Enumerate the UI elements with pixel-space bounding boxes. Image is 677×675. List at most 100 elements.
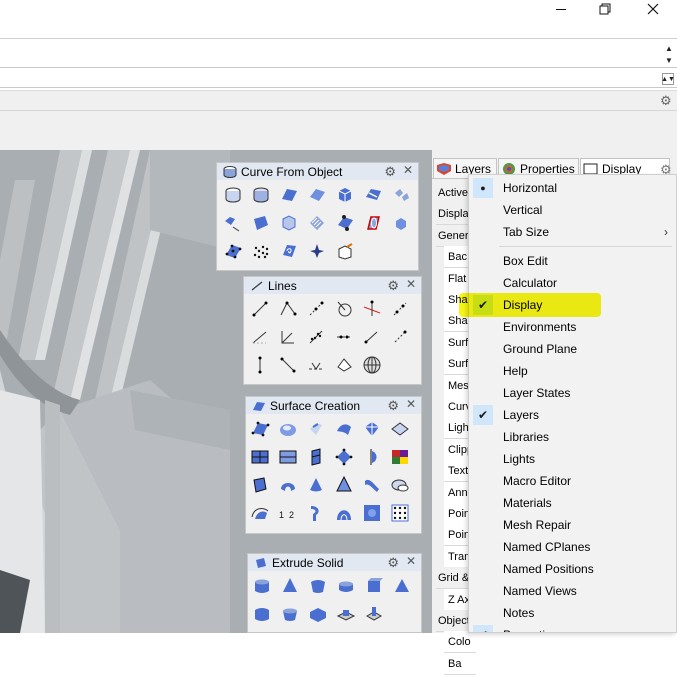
maximize-button[interactable] (582, 0, 628, 18)
extrude-curve-button[interactable] (304, 445, 328, 469)
menu-item-display[interactable]: ✔ Display (469, 294, 676, 316)
wrap-button[interactable] (248, 473, 272, 497)
menu-item-vertical[interactable]: Vertical (469, 199, 676, 221)
create-uv-curves-button[interactable] (361, 211, 385, 235)
close-icon[interactable]: ✕ (406, 397, 416, 411)
sweep-one-rail-button[interactable] (360, 473, 384, 497)
extrude-closed-button[interactable] (250, 574, 274, 598)
menu-item-layer-states[interactable]: Layer States (469, 382, 676, 404)
close-icon[interactable]: ✕ (406, 277, 416, 291)
menu-item-calculator[interactable]: Calculator (469, 272, 676, 294)
perpendicular-line-button[interactable] (360, 297, 384, 321)
menu-item-box-edit[interactable]: Box Edit (469, 250, 676, 272)
close-button[interactable] (630, 0, 676, 18)
command-history[interactable] (0, 39, 677, 68)
sweep-numbered-button[interactable]: 12 (276, 501, 300, 525)
dome-button[interactable] (332, 501, 356, 525)
extract-isocurve-button[interactable] (277, 183, 301, 207)
toolbar-title-bar[interactable]: Surface Creation ⚙ ✕ (246, 397, 421, 414)
boss-button[interactable] (334, 602, 358, 626)
sweep-two-rails-button[interactable] (248, 501, 272, 525)
menu-item-named-cplanes[interactable]: Named CPlanes (469, 536, 676, 558)
menu-item-notes[interactable]: Notes (469, 602, 676, 624)
section-button[interactable] (277, 211, 301, 235)
rectangular-plane-button[interactable] (248, 445, 272, 469)
menu-item-help[interactable]: Help (469, 360, 676, 382)
heightfield-button[interactable] (388, 445, 412, 469)
loft-button[interactable] (332, 417, 356, 441)
line-surface-normal-button[interactable] (276, 353, 300, 377)
toolbar-title-bar[interactable]: Lines ⚙ ✕ (244, 277, 421, 294)
command-prompt-input[interactable] (0, 68, 677, 88)
angled-line-button[interactable] (248, 325, 272, 349)
dup-face-border-button[interactable] (333, 211, 357, 235)
extrude-to-point-button[interactable] (334, 574, 358, 598)
gear-icon[interactable]: ⚙ (384, 164, 396, 180)
flatten-button[interactable] (305, 239, 329, 263)
silhouette-button[interactable] (389, 183, 413, 207)
edge-surface-button[interactable] (360, 417, 384, 441)
extrude-slab-button[interactable] (306, 602, 330, 626)
line-through-points-button[interactable] (388, 297, 412, 321)
line-button[interactable] (248, 297, 272, 321)
tangent-line-button[interactable] (332, 297, 356, 321)
duplicate-edge-button[interactable] (221, 183, 245, 207)
extrude-taper-surface-button[interactable] (278, 602, 302, 626)
extrude-ribbon-button[interactable] (362, 574, 386, 598)
extract-points-button[interactable] (221, 239, 245, 263)
toolbar-title-bar[interactable]: Extrude Solid ⚙ ✕ (248, 554, 421, 571)
line-extend-button[interactable] (332, 325, 356, 349)
gear-icon[interactable]: ⚙ (387, 398, 399, 414)
line-midpoint-button[interactable] (304, 353, 328, 377)
sweep-button[interactable] (304, 417, 328, 441)
menu-item-named-positions[interactable]: Named Positions (469, 558, 676, 580)
command-spinner[interactable]: ▲▼ (661, 73, 675, 85)
gear-icon[interactable]: ⚙ (387, 278, 399, 294)
pull-button[interactable] (361, 183, 385, 207)
line-sphere-button[interactable] (360, 353, 384, 377)
menu-item-libraries[interactable]: Libraries (469, 426, 676, 448)
menu-item-lights[interactable]: Lights (469, 448, 676, 470)
rib-button[interactable] (362, 602, 386, 626)
line-from-midpoint-button[interactable] (304, 297, 328, 321)
menu-item-properties[interactable]: ✔ Properties (469, 624, 676, 632)
line-through-cloud-button[interactable] (304, 325, 328, 349)
vertical-plane-button[interactable] (276, 445, 300, 469)
bisector-button[interactable] (276, 325, 300, 349)
drape-button[interactable] (388, 473, 412, 497)
extrude-along-curve-button[interactable] (306, 574, 330, 598)
cone-surface-button[interactable] (332, 473, 356, 497)
patch-button[interactable] (276, 417, 300, 441)
extract-wireframe-button[interactable] (305, 183, 329, 207)
menu-item-macro-editor[interactable]: Macro Editor (469, 470, 676, 492)
rail-revolve-button[interactable] (304, 473, 328, 497)
menu-item-named-views[interactable]: Named Views (469, 580, 676, 602)
network-surface-button[interactable] (332, 445, 356, 469)
extrude-tapered-button[interactable] (278, 574, 302, 598)
point-grid-button[interactable] (388, 501, 412, 525)
toolbar-title-bar[interactable]: Curve From Object ⚙ ✕ (217, 163, 418, 180)
scroll-up-button[interactable]: ▲ (663, 43, 675, 53)
gear-icon[interactable]: ⚙ (387, 555, 399, 571)
extrude-surface-button[interactable] (390, 574, 414, 598)
blend-surface-button[interactable] (276, 473, 300, 497)
mesh-outline-button[interactable] (389, 211, 413, 235)
contour-button[interactable] (249, 211, 273, 235)
point-cloud-button[interactable] (249, 239, 273, 263)
polyline-on-mesh-button[interactable] (332, 353, 356, 377)
vertical-line-button[interactable] (248, 353, 272, 377)
extrude-cap-button[interactable] (250, 602, 274, 626)
menu-item-ground-plane[interactable]: Ground Plane (469, 338, 676, 360)
menu-item-layers[interactable]: ✔ Layers (469, 404, 676, 426)
menu-item-mesh-repair[interactable]: Mesh Repair (469, 514, 676, 536)
make-2d-button[interactable] (277, 239, 301, 263)
surface-from-points-button[interactable] (248, 417, 272, 441)
menu-item-horizontal[interactable]: ● Horizontal (469, 177, 676, 199)
plane-through-points-button[interactable] (388, 417, 412, 441)
minimize-button[interactable] (538, 0, 584, 18)
display-setting-row[interactable]: Colo (444, 631, 476, 654)
scroll-down-button[interactable]: ▼ (663, 55, 675, 65)
menu-item-tab-size[interactable]: Tab Size › (469, 221, 676, 243)
close-icon[interactable]: ✕ (403, 163, 413, 177)
polyline-button[interactable] (276, 297, 300, 321)
